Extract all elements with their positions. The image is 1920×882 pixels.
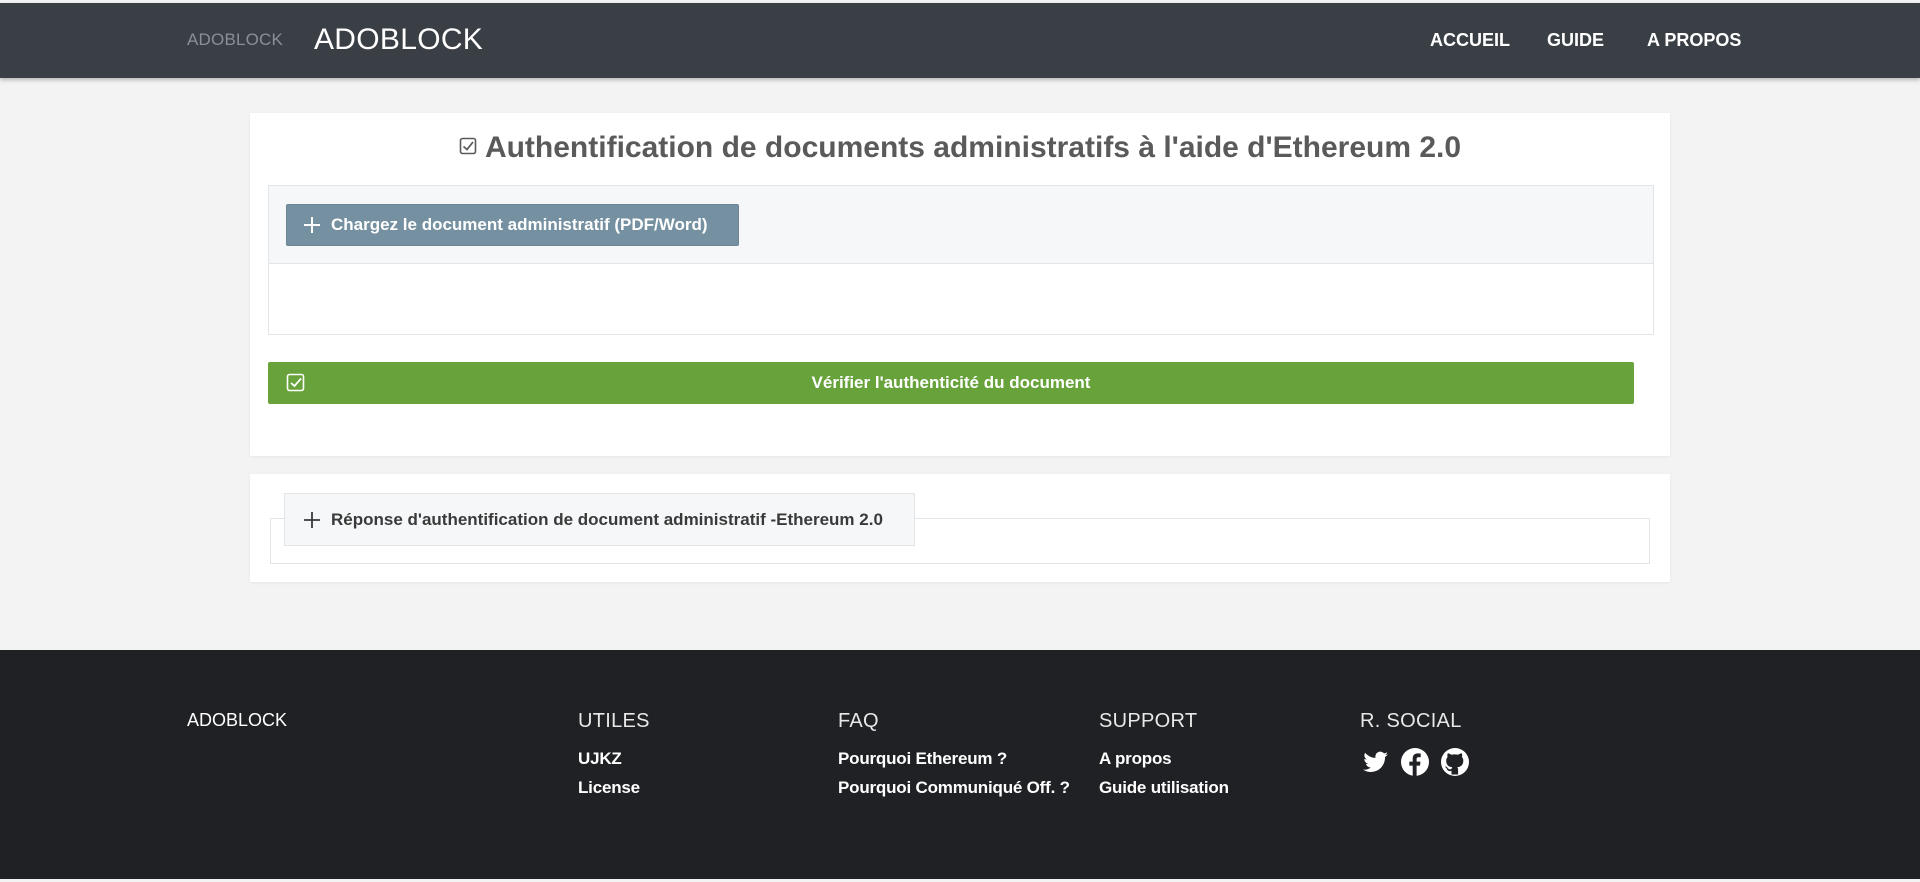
footer-link-license[interactable]: License <box>578 778 650 798</box>
page-title: Authentification de documents administra… <box>484 131 1462 164</box>
footer-heading-support: SUPPORT <box>1099 710 1198 732</box>
upload-panel: Chargez le document administratif (PDF/W… <box>268 185 1654 335</box>
footer-column-faq: FAQ Pourquoi Ethereum ? Pourquoi Communi… <box>838 710 1070 807</box>
social-icons <box>1360 747 1470 777</box>
footer-brand: ADOBLOCK <box>187 710 288 730</box>
footer-link-ujkz[interactable]: UJKZ <box>578 749 650 769</box>
nav-link-guide[interactable]: GUIDE <box>1547 30 1604 51</box>
footer-column-social: R. SOCIAL <box>1360 710 1470 777</box>
footer-column-support: SUPPORT A propos Guide utilisation <box>1099 710 1229 807</box>
github-icon[interactable] <box>1440 747 1470 777</box>
plus-icon <box>304 511 320 528</box>
response-tab[interactable]: Réponse d'authentification de document a… <box>284 493 915 546</box>
footer-column-utiles: UTILES UJKZ License <box>578 710 650 807</box>
footer-link-why-communique[interactable]: Pourquoi Communiqué Off. ? <box>838 778 1070 798</box>
footer-link-why-ethereum[interactable]: Pourquoi Ethereum ? <box>838 749 1070 769</box>
response-card: Réponse d'authentification de document a… <box>250 474 1670 582</box>
nav-link-a-propos[interactable]: A PROPOS <box>1647 30 1741 51</box>
brand-title[interactable]: ADOBLOCK <box>314 23 483 57</box>
facebook-icon[interactable] <box>1400 747 1430 777</box>
twitter-icon[interactable] <box>1360 747 1390 777</box>
verify-button-label: Vérifier l'authenticité du document <box>811 373 1091 392</box>
navbar: ADOBLOCK ADOBLOCK ACCUEIL GUIDE A PROPOS <box>0 3 1920 78</box>
footer-heading-utiles: UTILES <box>578 710 650 732</box>
upload-panel-header: Chargez le document administratif (PDF/W… <box>269 186 1653 264</box>
checkbox-icon <box>286 373 305 392</box>
checkbox-icon <box>459 137 477 155</box>
upload-button-label: Chargez le document administratif (PDF/W… <box>331 215 708 234</box>
footer-link-a-propos[interactable]: A propos <box>1099 749 1229 769</box>
upload-document-button[interactable]: Chargez le document administratif (PDF/W… <box>286 204 739 246</box>
brand-small[interactable]: ADOBLOCK <box>187 30 283 50</box>
footer: ADOBLOCK UTILES UJKZ License FAQ Pourquo… <box>0 650 1920 882</box>
footer-heading-social: R. SOCIAL <box>1360 710 1462 732</box>
page-title-row: Authentification de documents administra… <box>250 131 1670 165</box>
verify-document-button[interactable]: Vérifier l'authenticité du document <box>268 362 1634 404</box>
footer-heading-faq: FAQ <box>838 710 879 732</box>
nav-link-accueil[interactable]: ACCUEIL <box>1430 30 1510 51</box>
authentication-card: Authentification de documents administra… <box>250 113 1670 456</box>
footer-link-guide[interactable]: Guide utilisation <box>1099 778 1229 798</box>
response-tab-label: Réponse d'authentification de document a… <box>331 509 883 529</box>
plus-icon <box>304 217 320 233</box>
